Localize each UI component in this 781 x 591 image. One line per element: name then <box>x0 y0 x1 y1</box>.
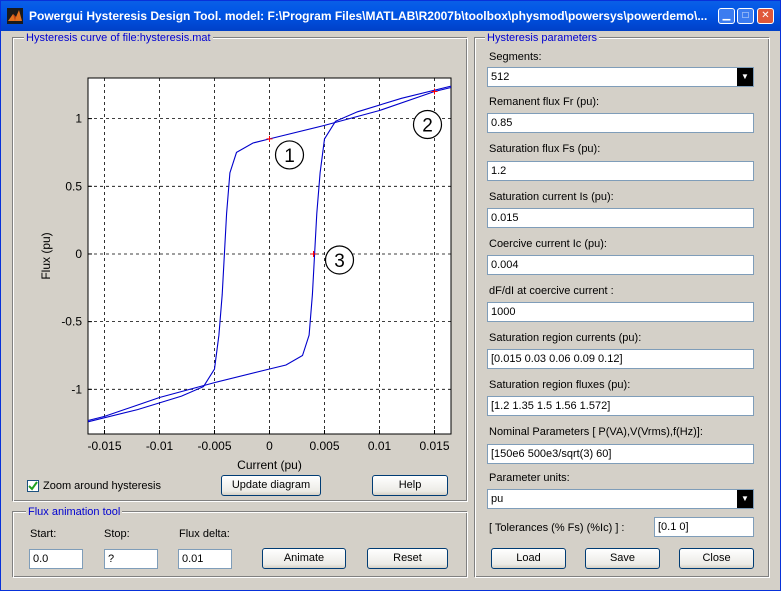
zoom-label: Zoom around hysteresis <box>43 480 161 492</box>
segments-value: 512 <box>491 71 510 83</box>
load-button[interactable]: Load <box>491 548 566 569</box>
point-annotation-label: 1 <box>284 146 295 167</box>
y-tick-label: 0 <box>75 247 82 261</box>
window-title: Powergui Hysteresis Design Tool. model: … <box>29 9 708 23</box>
tolerances-label: [ Tolerances (% Fs) (%Ic) ] : <box>489 522 625 534</box>
x-axis-label: Current (pu) <box>237 458 302 472</box>
point-annotation-label: 2 <box>422 116 433 137</box>
saturation-currents-input[interactable]: [0.015 0.03 0.06 0.09 0.12] <box>487 349 754 369</box>
dfdi-label: dF/dI at coercive current : <box>489 285 614 297</box>
x-tick-label: 0.015 <box>419 439 449 453</box>
y-tick-label: 1 <box>75 112 82 126</box>
saturation-currents-label: Saturation region currents (pu): <box>489 332 642 344</box>
dfdi-input[interactable]: 1000 <box>487 302 754 322</box>
x-tick-label: 0 <box>266 439 273 453</box>
saturation-flux-label: Saturation flux Fs (pu): <box>489 143 601 155</box>
saturation-current-label: Saturation current Is (pu): <box>489 191 614 203</box>
remanent-flux-label: Remanent flux Fr (pu): <box>489 96 600 108</box>
maximize-icon: □ <box>742 10 749 21</box>
y-tick-label: -1 <box>71 382 82 396</box>
curve-panel-title: Hysteresis curve of file:hysteresis.mat <box>24 32 213 44</box>
y-tick-label: 0.5 <box>65 179 82 193</box>
segments-select[interactable]: 512 ▼ <box>487 67 754 87</box>
x-tick-label: -0.005 <box>197 439 231 453</box>
dropdown-arrow-icon[interactable]: ▼ <box>737 68 753 86</box>
coercive-current-label: Coercive current Ic (pu): <box>489 238 607 250</box>
start-label: Start: <box>30 528 57 540</box>
tolerances-input[interactable]: [0.1 0] <box>654 517 754 537</box>
close-button[interactable]: Close <box>679 548 754 569</box>
stop-input[interactable]: ? <box>104 549 158 569</box>
start-input[interactable]: 0.0 <box>29 549 83 569</box>
nominal-parameters-label: Nominal Parameters [ P(VA),V(Vrms),f(Hz)… <box>489 426 703 438</box>
animate-button[interactable]: Animate <box>262 548 346 569</box>
flux-delta-input[interactable]: 0.01 <box>178 549 232 569</box>
x-tick-label: -0.01 <box>146 439 174 453</box>
app-window: Powergui Hysteresis Design Tool. model: … <box>0 0 781 591</box>
saturation-flux-input[interactable]: 1.2 <box>487 161 754 181</box>
x-tick-label: 0.005 <box>309 439 339 453</box>
zoom-checkbox[interactable] <box>27 480 39 492</box>
remanent-flux-input[interactable]: 0.85 <box>487 113 754 133</box>
nominal-parameters-input[interactable]: [150e6 500e3/sqrt(3) 60] <box>487 444 754 464</box>
saturation-fluxes-input[interactable]: [1.2 1.35 1.5 1.56 1.572] <box>487 396 754 416</box>
saturation-current-input[interactable]: 0.015 <box>487 208 754 228</box>
flux-panel-title: Flux animation tool <box>26 506 123 518</box>
reset-button[interactable]: Reset <box>367 548 448 569</box>
saturation-fluxes-label: Saturation region fluxes (pu): <box>489 379 631 391</box>
close-icon: ✕ <box>761 10 770 21</box>
save-button[interactable]: Save <box>585 548 660 569</box>
minimize-button[interactable]: ▁ <box>718 8 735 24</box>
maximize-button[interactable]: □ <box>737 8 754 24</box>
minimize-icon: ▁ <box>722 10 731 21</box>
flux-delta-label: Flux delta: <box>179 528 230 540</box>
segments-label: Segments: <box>489 51 542 63</box>
hysteresis-plot[interactable]: -0.015 -0.01 -0.005 0 0.005 0.01 0.015 1 0.5 0 -0.… <box>21 48 461 478</box>
parameter-units-value: pu <box>491 493 504 505</box>
x-tick-label: 0.01 <box>368 439 392 453</box>
update-diagram-button[interactable]: Update diagram <box>221 475 321 496</box>
params-panel-title: Hysteresis parameters <box>485 32 600 44</box>
stop-label: Stop: <box>104 528 130 540</box>
y-tick-label: -0.5 <box>61 315 82 329</box>
check-icon <box>28 481 38 491</box>
help-button[interactable]: Help <box>372 475 448 496</box>
x-tick-label: -0.015 <box>87 439 121 453</box>
dropdown-arrow-icon[interactable]: ▼ <box>737 490 753 508</box>
title-bar[interactable]: Powergui Hysteresis Design Tool. model: … <box>1 1 780 31</box>
matlab-logo-icon <box>7 8 23 24</box>
y-axis-label: Flux (pu) <box>39 232 53 279</box>
point-annotation-label: 3 <box>334 251 345 272</box>
coercive-current-input[interactable]: 0.004 <box>487 255 754 275</box>
parameter-units-select[interactable]: pu ▼ <box>487 489 754 509</box>
parameter-units-label: Parameter units: <box>489 472 570 484</box>
close-window-button[interactable]: ✕ <box>757 8 774 24</box>
